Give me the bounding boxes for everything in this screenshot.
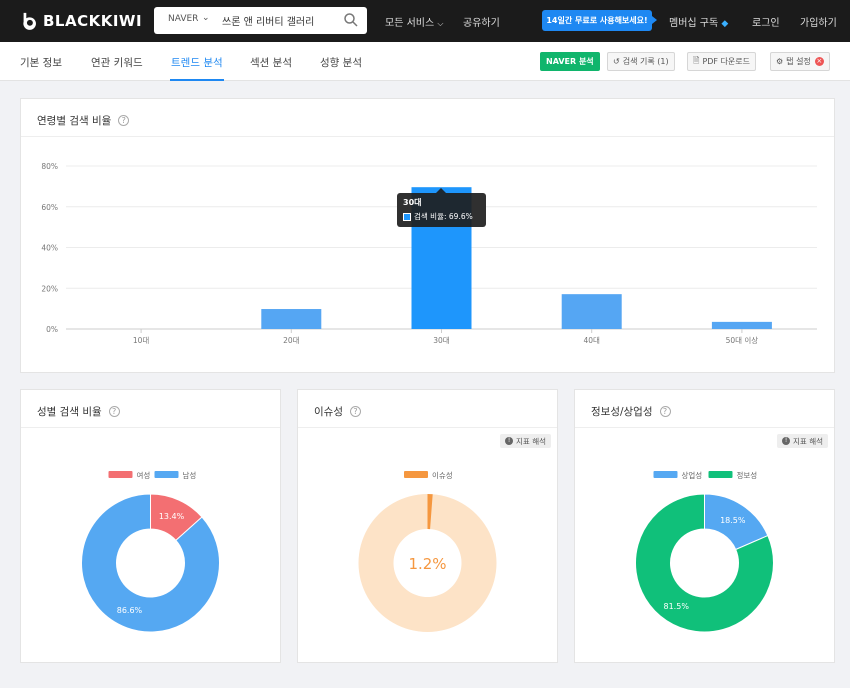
legend-label: 여성: [137, 470, 151, 480]
tab-related-keywords[interactable]: 연관 키워드: [91, 55, 143, 70]
tooltip-title: 30대: [403, 198, 422, 207]
age-ratio-title: 연령별 검색 비율: [37, 115, 112, 127]
legend-label: 상업성: [682, 470, 703, 480]
card-title: 연령별 검색 비율?: [37, 113, 130, 128]
chevron-down-icon[interactable]: ⌄: [202, 13, 210, 23]
slice-value-label: 13.4%: [159, 512, 185, 521]
blackkiwi-logo[interactable]: BLACKKIWI: [20, 11, 142, 31]
close-icon: ×: [814, 57, 824, 66]
document-icon: 🗎: [693, 55, 700, 65]
x-tick-label: 10대: [133, 336, 150, 345]
legend-swatch: [653, 471, 678, 478]
search-box: NAVER ⌄: [154, 7, 367, 34]
tab-basic-info[interactable]: 기본 정보: [20, 55, 62, 70]
age-bar-chart: 0% 20% 40% 60% 80% 10대 20대 30대 40대 50대 이상: [41, 162, 817, 345]
pdf-download-button[interactable]: 🗎 PDF 다운로드: [687, 52, 757, 71]
x-tick-label: 20대: [283, 336, 300, 345]
legend-label: 이슈성: [432, 470, 453, 480]
chevron-down-icon: ⌵: [437, 19, 444, 28]
gear-icon: ⚙: [776, 57, 784, 66]
y-tick-label: 20%: [41, 284, 58, 293]
info-commercial-donut-chart: 상업성 정보성 18.5% 81.5%: [635, 470, 774, 633]
y-tick-label: 0%: [46, 325, 58, 334]
tooltip-row: 검색 비율: 69.6%: [403, 211, 480, 222]
tooltip-value: 69.6%: [448, 212, 473, 221]
bar: [711, 321, 772, 329]
tab-trend-analysis[interactable]: 트렌드 분석: [171, 55, 223, 70]
free-trial-banner[interactable]: 14일간 무료로 사용해보세요!: [542, 10, 657, 31]
membership-link[interactable]: 멤버십 구독 ◆: [669, 14, 728, 29]
tooltip-swatch: [403, 212, 411, 221]
signup-link[interactable]: 가입하기: [800, 14, 837, 29]
search-input[interactable]: [222, 11, 340, 30]
all-services-menu[interactable]: 모든 서비스 ⌵: [385, 14, 443, 29]
tab-settings-button[interactable]: ⚙ 탭 설정 ×: [770, 52, 830, 71]
naver-analysis-button[interactable]: NAVER 분석: [540, 52, 600, 71]
tab-tendency-analysis[interactable]: 성향 분석: [320, 55, 362, 70]
pdf-download-label: PDF 다운로드: [702, 57, 751, 66]
tab-settings-label: 탭 설정: [786, 57, 811, 66]
y-tick-label: 60%: [41, 203, 58, 212]
diamond-icon: ◆: [721, 19, 729, 29]
gender-ratio-card: 성별 검색 비율? 여성 남성 13.4% 86.6%: [20, 389, 281, 663]
login-link[interactable]: 로그인: [752, 14, 780, 29]
top-bar: BLACKKIWI NAVER ⌄ 모든 서비스 ⌵ 공유하기 14일간 무료로…: [0, 0, 850, 42]
all-services-label: 모든 서비스: [385, 18, 435, 29]
tab-section-analysis[interactable]: 섹션 분석: [250, 55, 292, 70]
slice-value-label: 81.5%: [664, 602, 690, 611]
search-history-button[interactable]: ↺ 검색 기록 (1): [607, 52, 675, 71]
search-engine-select[interactable]: NAVER: [168, 14, 198, 24]
search-icon[interactable]: [343, 12, 359, 28]
y-tick-label: 40%: [41, 244, 58, 253]
x-tick-label: 50대 이상: [726, 335, 759, 345]
logo-text: BLACKKIWI: [43, 12, 143, 30]
bar: [561, 294, 622, 329]
card-header: [21, 99, 834, 137]
bar: [261, 309, 322, 329]
legend-swatch: [108, 471, 133, 478]
slice-value-label: 18.5%: [720, 516, 746, 525]
legend-swatch: [154, 471, 179, 478]
y-tick-label: 80%: [41, 162, 58, 171]
search-history-label: 검색 기록 (1): [622, 57, 669, 66]
info-commercial-card: 정보성/상업성? ! 지표 해석 상업성 정보성 18.5% 81.5%: [574, 389, 835, 663]
age-ratio-card: 연령별 검색 비율? 0% 20% 40% 60% 80% 10대 20대 30대 40대 50대…: [20, 98, 835, 373]
legend-swatch: [404, 471, 428, 478]
tooltip-caret: [436, 188, 446, 193]
active-tab-indicator: [170, 79, 224, 81]
history-icon: ↺: [613, 57, 620, 66]
analysis-nav: 기본 정보 연관 키워드 트렌드 분석 섹션 분석 성향 분석 NAVER 분석…: [0, 42, 850, 81]
chart-tooltip: 30대 검색 비율: 69.6%: [397, 188, 486, 227]
slice-value-label: 86.6%: [117, 606, 143, 615]
legend-label: 남성: [183, 471, 197, 480]
tooltip-series: 검색 비율: [414, 212, 444, 221]
kiwi-logo-icon: [23, 12, 36, 30]
legend-swatch: [708, 471, 733, 478]
issue-card: 이슈성? ! 지표 해석 이슈성 1.2%: [297, 389, 558, 663]
x-tick-label: 40대: [583, 336, 600, 345]
help-icon[interactable]: ?: [118, 115, 130, 126]
gender-donut-chart: 여성 남성 13.4% 86.6%: [81, 470, 220, 633]
issue-donut-chart: 이슈성 1.2%: [358, 470, 497, 632]
x-tick-label: 30대: [433, 336, 450, 345]
share-link[interactable]: 공유하기: [463, 14, 500, 29]
membership-label: 멤버십 구독: [669, 18, 719, 29]
center-value-label: 1.2%: [408, 555, 446, 573]
legend-label: 정보성: [737, 470, 758, 480]
